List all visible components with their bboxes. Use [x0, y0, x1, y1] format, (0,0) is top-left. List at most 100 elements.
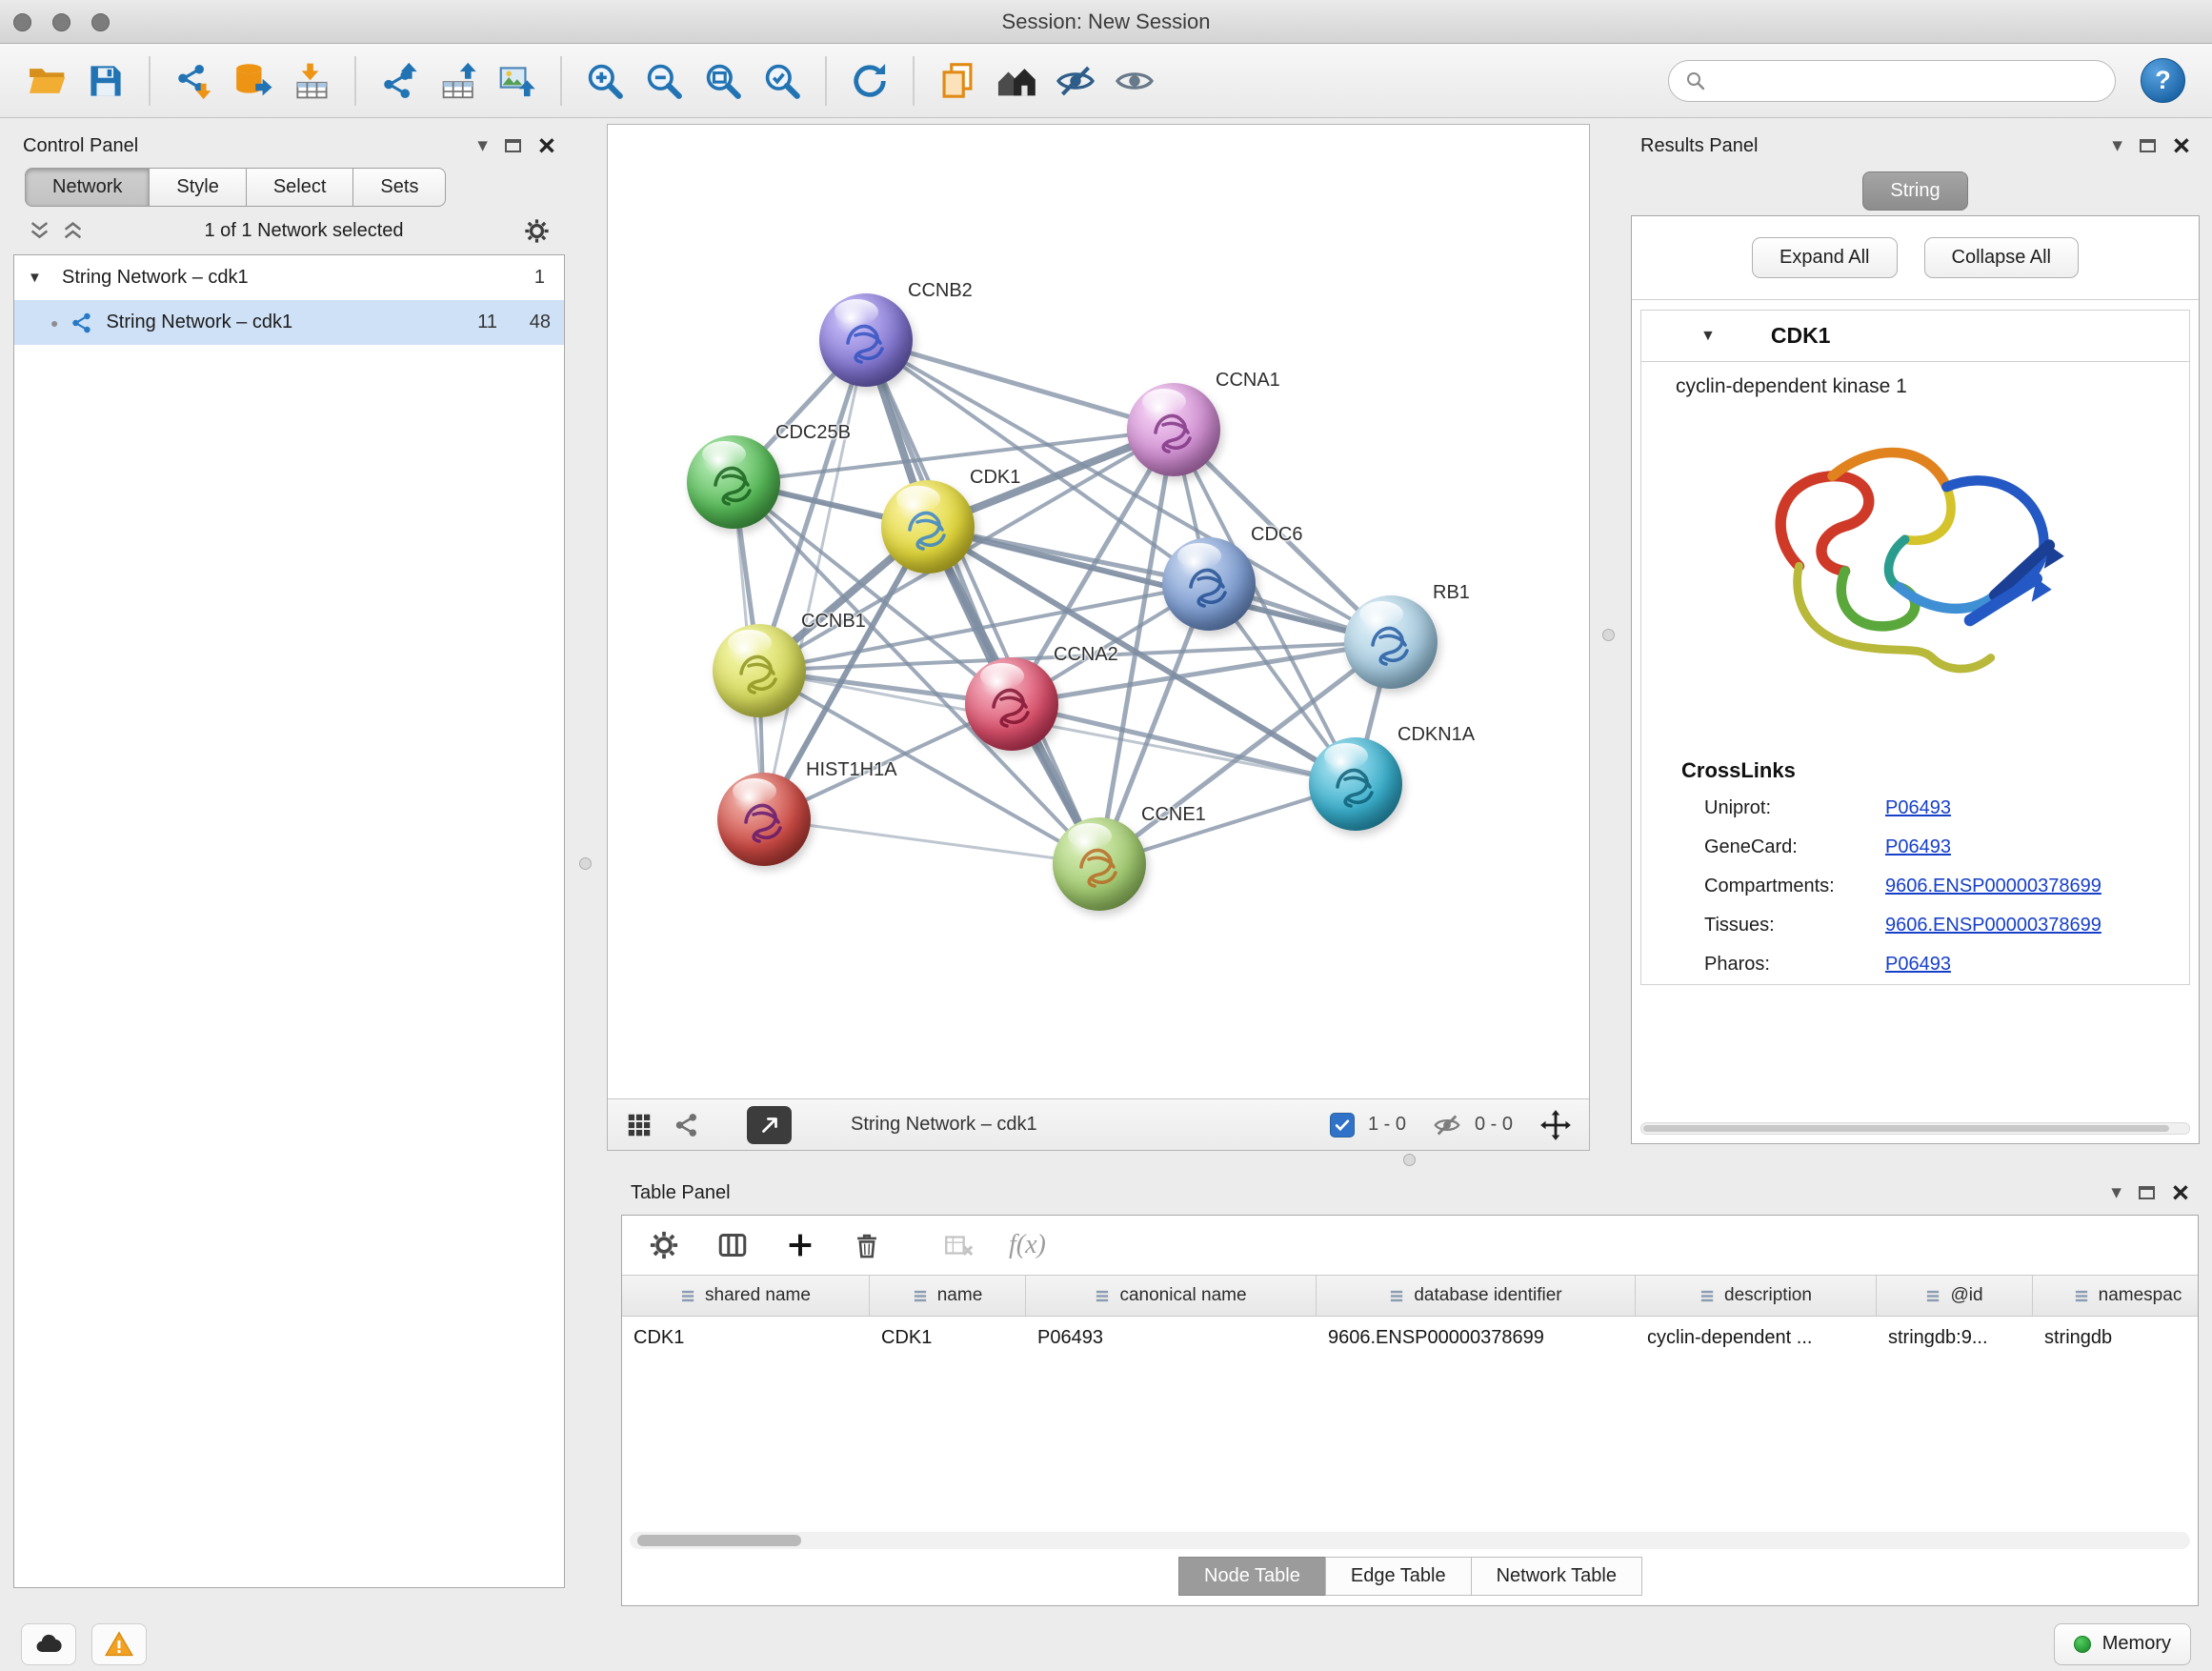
node-CCNB2[interactable]	[819, 293, 913, 387]
node-CDKN1A[interactable]	[1309, 737, 1402, 831]
search-input[interactable]	[1717, 70, 2100, 91]
tab-string[interactable]: String	[1862, 171, 1967, 211]
zoom-selected-icon	[761, 60, 803, 102]
tab-node-table[interactable]: Node Table	[1178, 1557, 1326, 1596]
column-header-namespac[interactable]: namespac	[2033, 1276, 2198, 1316]
grid-view-icon[interactable]	[625, 1111, 654, 1139]
network-row[interactable]: ● String Network – cdk1 11 48	[14, 300, 564, 345]
export-network-button[interactable]	[370, 50, 429, 111]
add-column-icon[interactable]	[784, 1229, 816, 1261]
show-graphics-details-button[interactable]	[1105, 50, 1164, 111]
collapse-section-icon[interactable]: ▼	[1700, 328, 1716, 345]
zoom-in-button[interactable]	[575, 50, 634, 111]
node-CCNB1[interactable]	[713, 624, 806, 717]
edge-HIST1H1A-CCNE1[interactable]	[764, 819, 1099, 864]
open-session-button[interactable]	[17, 50, 76, 111]
import-table-button[interactable]	[282, 50, 341, 111]
float-panel-icon[interactable]	[2140, 139, 2156, 152]
edge-CCNB2-CCNE1[interactable]	[866, 340, 1099, 864]
save-session-button[interactable]	[76, 50, 135, 111]
edge-CCNB2-HIST1H1A[interactable]	[764, 340, 866, 819]
crosslink-pharos-link[interactable]: P06493	[1885, 954, 1951, 976]
network-canvas[interactable]: CCNB2CCNA1CDC25BCDK1CDC6RB1CCNB1CCNA2CDK…	[608, 125, 1589, 1098]
tab-style[interactable]: Style	[149, 168, 246, 207]
warnings-button[interactable]	[91, 1623, 147, 1665]
export-table-button[interactable]	[429, 50, 488, 111]
table-settings-gear-icon[interactable]	[647, 1228, 681, 1262]
table-body: CDK1CDK1P064939606.ENSP00000378699cyclin…	[622, 1317, 2198, 1532]
node-CDC25B[interactable]	[687, 435, 780, 529]
column-header-canonical-name[interactable]: canonical name	[1026, 1276, 1317, 1316]
collapse-panel-icon[interactable]: ▾	[477, 135, 488, 155]
help-button[interactable]: ?	[2141, 58, 2185, 103]
close-window-button[interactable]	[13, 13, 31, 31]
node-CCNA1[interactable]	[1127, 383, 1220, 476]
node-CCNA2[interactable]	[965, 657, 1058, 751]
collapse-panel-icon[interactable]: ▾	[2112, 135, 2122, 155]
node-HIST1H1A[interactable]	[717, 773, 811, 866]
tab-select[interactable]: Select	[246, 168, 354, 207]
zoom-window-button[interactable]	[91, 13, 110, 31]
gene-section-header[interactable]: ▼ CDK1	[1641, 311, 2189, 362]
collapse-all-networks-icon[interactable]	[60, 218, 86, 244]
copy-document-button[interactable]	[928, 50, 987, 111]
horizontal-splitter-handle[interactable]	[1403, 1154, 1416, 1166]
collapse-collection-icon[interactable]: ▼	[28, 270, 50, 286]
right-splitter-handle[interactable]	[1602, 629, 1615, 641]
main-toolbar: ?	[0, 44, 2212, 118]
node-CDC6[interactable]	[1162, 537, 1256, 631]
left-splitter-handle[interactable]	[579, 857, 592, 870]
results-horizontal-scrollbar[interactable]	[1640, 1122, 2190, 1135]
show-columns-icon[interactable]	[715, 1228, 750, 1262]
network-overview-icon[interactable]	[673, 1111, 701, 1139]
float-panel-icon[interactable]	[2139, 1186, 2155, 1199]
delete-column-icon[interactable]	[851, 1229, 883, 1261]
node-CCNE1[interactable]	[1053, 817, 1146, 911]
open-in-new-window-button[interactable]	[747, 1106, 792, 1144]
zoom-out-button[interactable]	[634, 50, 694, 111]
memory-button[interactable]: Memory	[2054, 1623, 2191, 1665]
tab-edge-table[interactable]: Edge Table	[1325, 1557, 1472, 1596]
tab-sets[interactable]: Sets	[352, 168, 446, 207]
import-network-database-button[interactable]	[223, 50, 282, 111]
scrollbar-thumb[interactable]	[637, 1535, 801, 1546]
zoom-selected-button[interactable]	[753, 50, 812, 111]
crosslink-uniprot-link[interactable]: P06493	[1885, 797, 1951, 819]
collapse-panel-icon[interactable]: ▾	[2111, 1182, 2122, 1202]
table-horizontal-scrollbar[interactable]	[630, 1532, 2190, 1549]
column-header-@id[interactable]: @id	[1877, 1276, 2033, 1316]
node-CDK1[interactable]	[881, 480, 975, 574]
cloud-status-button[interactable]	[21, 1623, 76, 1665]
float-panel-icon[interactable]	[505, 139, 521, 152]
network-options-gear-icon[interactable]	[522, 216, 552, 246]
column-header-database-identifier[interactable]: database identifier	[1317, 1276, 1636, 1316]
edge-count: 48	[509, 312, 551, 333]
hide-graphics-details-button[interactable]	[1046, 50, 1105, 111]
column-header-shared-name[interactable]: shared name	[622, 1276, 870, 1316]
tab-network-table[interactable]: Network Table	[1471, 1557, 1642, 1596]
close-panel-icon[interactable]: ×	[2173, 134, 2190, 158]
home-button[interactable]	[987, 50, 1046, 111]
column-header-description[interactable]: description	[1636, 1276, 1877, 1316]
import-network-file-button[interactable]	[164, 50, 223, 111]
tab-network[interactable]: Network	[25, 168, 150, 207]
fit-content-icon[interactable]	[1539, 1109, 1572, 1141]
collapse-all-button[interactable]: Collapse All	[1924, 237, 2080, 278]
expand-all-button[interactable]: Expand All	[1752, 237, 1898, 278]
table-row[interactable]: CDK1CDK1P064939606.ENSP00000378699cyclin…	[622, 1317, 2198, 1359]
crosslink-tissues-link[interactable]: 9606.ENSP00000378699	[1885, 915, 2101, 936]
export-image-button[interactable]	[488, 50, 547, 111]
crosslink-compartments-link[interactable]: 9606.ENSP00000378699	[1885, 876, 2101, 897]
selected-checkbox-icon[interactable]	[1330, 1113, 1355, 1137]
expand-all-networks-icon[interactable]	[27, 218, 52, 244]
minimize-window-button[interactable]	[52, 13, 70, 31]
close-panel-icon[interactable]: ×	[538, 134, 555, 158]
zoom-fit-button[interactable]	[694, 50, 753, 111]
crosslink-genecard-link[interactable]: P06493	[1885, 836, 1951, 858]
apply-layout-button[interactable]	[840, 50, 899, 111]
node-RB1[interactable]	[1344, 595, 1438, 689]
column-header-name[interactable]: name	[870, 1276, 1026, 1316]
node-label-CCNA2: CCNA2	[1054, 644, 1118, 666]
network-collection-row[interactable]: ▼ String Network – cdk1 1	[14, 255, 564, 300]
close-panel-icon[interactable]: ×	[2172, 1181, 2189, 1205]
